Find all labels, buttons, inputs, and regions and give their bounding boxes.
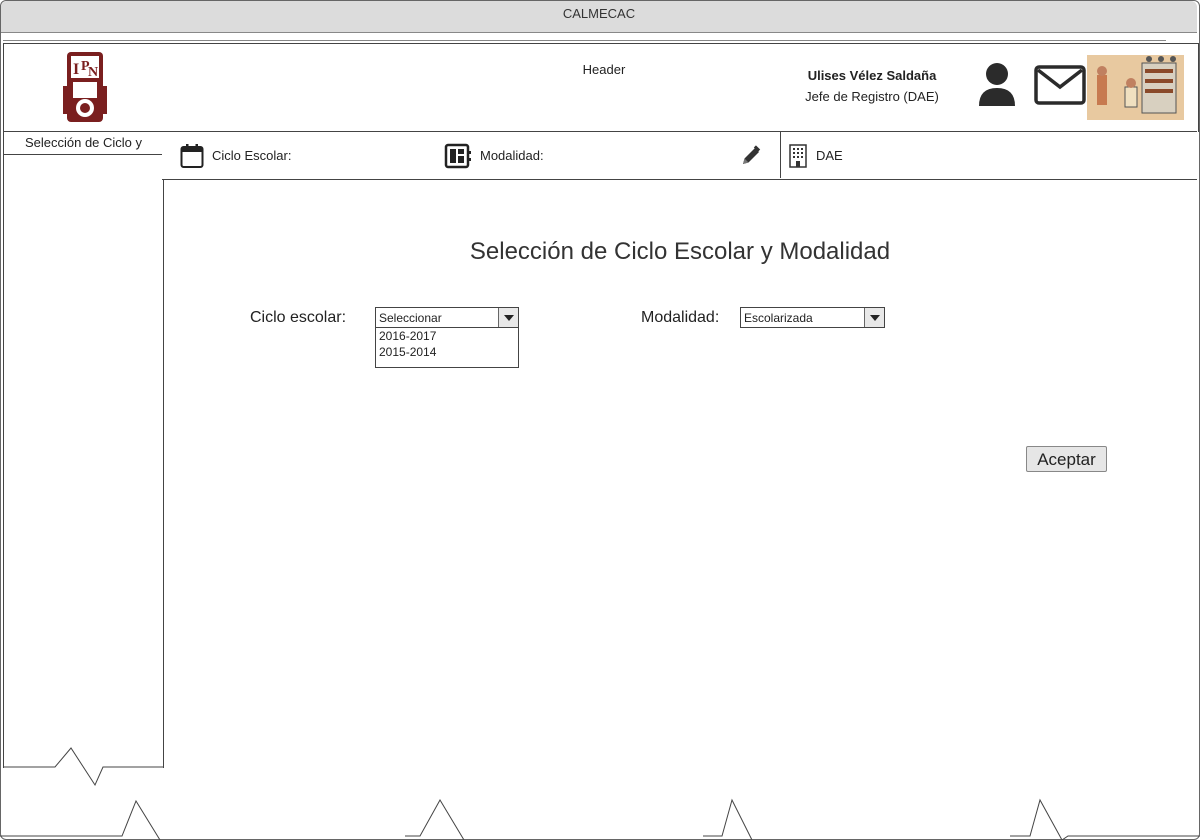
sidebar: Selección de Ciclo y	[3, 131, 164, 768]
window-titlebar: CALMECAC	[1, 1, 1197, 33]
modalidad-info: Modalidad:	[444, 132, 544, 179]
chevron-down-icon[interactable]	[498, 308, 518, 327]
svg-text:I: I	[73, 61, 79, 78]
ipn-logo: I P N	[63, 52, 107, 122]
pencil-icon[interactable]	[740, 144, 762, 167]
edit-action[interactable]	[740, 132, 770, 179]
building-icon	[789, 143, 807, 168]
info-bar-divider	[780, 131, 781, 178]
bottom-torn-edge	[0, 798, 1200, 840]
calendar-icon	[180, 143, 204, 168]
user-role: Jefe de Registro (DAE)	[805, 89, 939, 104]
codex-image	[1087, 55, 1184, 120]
info-bar: Ciclo Escolar: Modalidad: DAE	[162, 131, 1197, 180]
sidebar-title[interactable]: Selección de Ciclo y	[4, 132, 163, 155]
ciclo-escolar-field-label: Ciclo escolar:	[250, 309, 347, 326]
modalidad-select-value: Escolarizada	[744, 311, 813, 325]
ciclo-escolar-select[interactable]: Seleccionar	[375, 307, 519, 328]
mail-icon[interactable]	[1034, 65, 1088, 105]
modalidad-select[interactable]: Escolarizada	[740, 307, 885, 328]
dropdown-option[interactable]: 2016-2017	[376, 328, 518, 344]
dashboard-icon	[444, 143, 471, 168]
ciclo-escolar-select-value: Seleccionar	[379, 311, 442, 325]
header-label: Header	[582, 62, 626, 77]
dae-info: DAE	[788, 132, 843, 179]
dae-label: DAE	[816, 148, 843, 163]
svg-text:N: N	[88, 65, 98, 80]
sidebar-torn-edge	[3, 747, 163, 787]
chevron-down-icon[interactable]	[864, 308, 884, 327]
user-icon[interactable]	[977, 62, 1017, 108]
page-title: Selección de Ciclo Escolar y Modalidad	[469, 238, 891, 265]
modalidad-label: Modalidad:	[480, 148, 544, 163]
modalidad-field-label: Modalidad:	[641, 309, 720, 326]
header: I P N Header Ulises Vélez Saldaña Jefe d…	[3, 43, 1199, 132]
accept-button[interactable]: Aceptar	[1026, 446, 1107, 472]
user-name: Ulises Vélez Saldaña	[807, 68, 937, 83]
dropdown-option[interactable]: 2015-2014	[376, 344, 518, 360]
ciclo-escolar-info: Ciclo Escolar:	[180, 132, 291, 179]
window-title: CALMECAC	[562, 6, 636, 21]
ciclo-escolar-label: Ciclo Escolar:	[212, 148, 292, 163]
ciclo-escolar-dropdown: 2016-2017 2015-2014	[375, 328, 519, 368]
titlebar-separator	[3, 40, 1166, 41]
